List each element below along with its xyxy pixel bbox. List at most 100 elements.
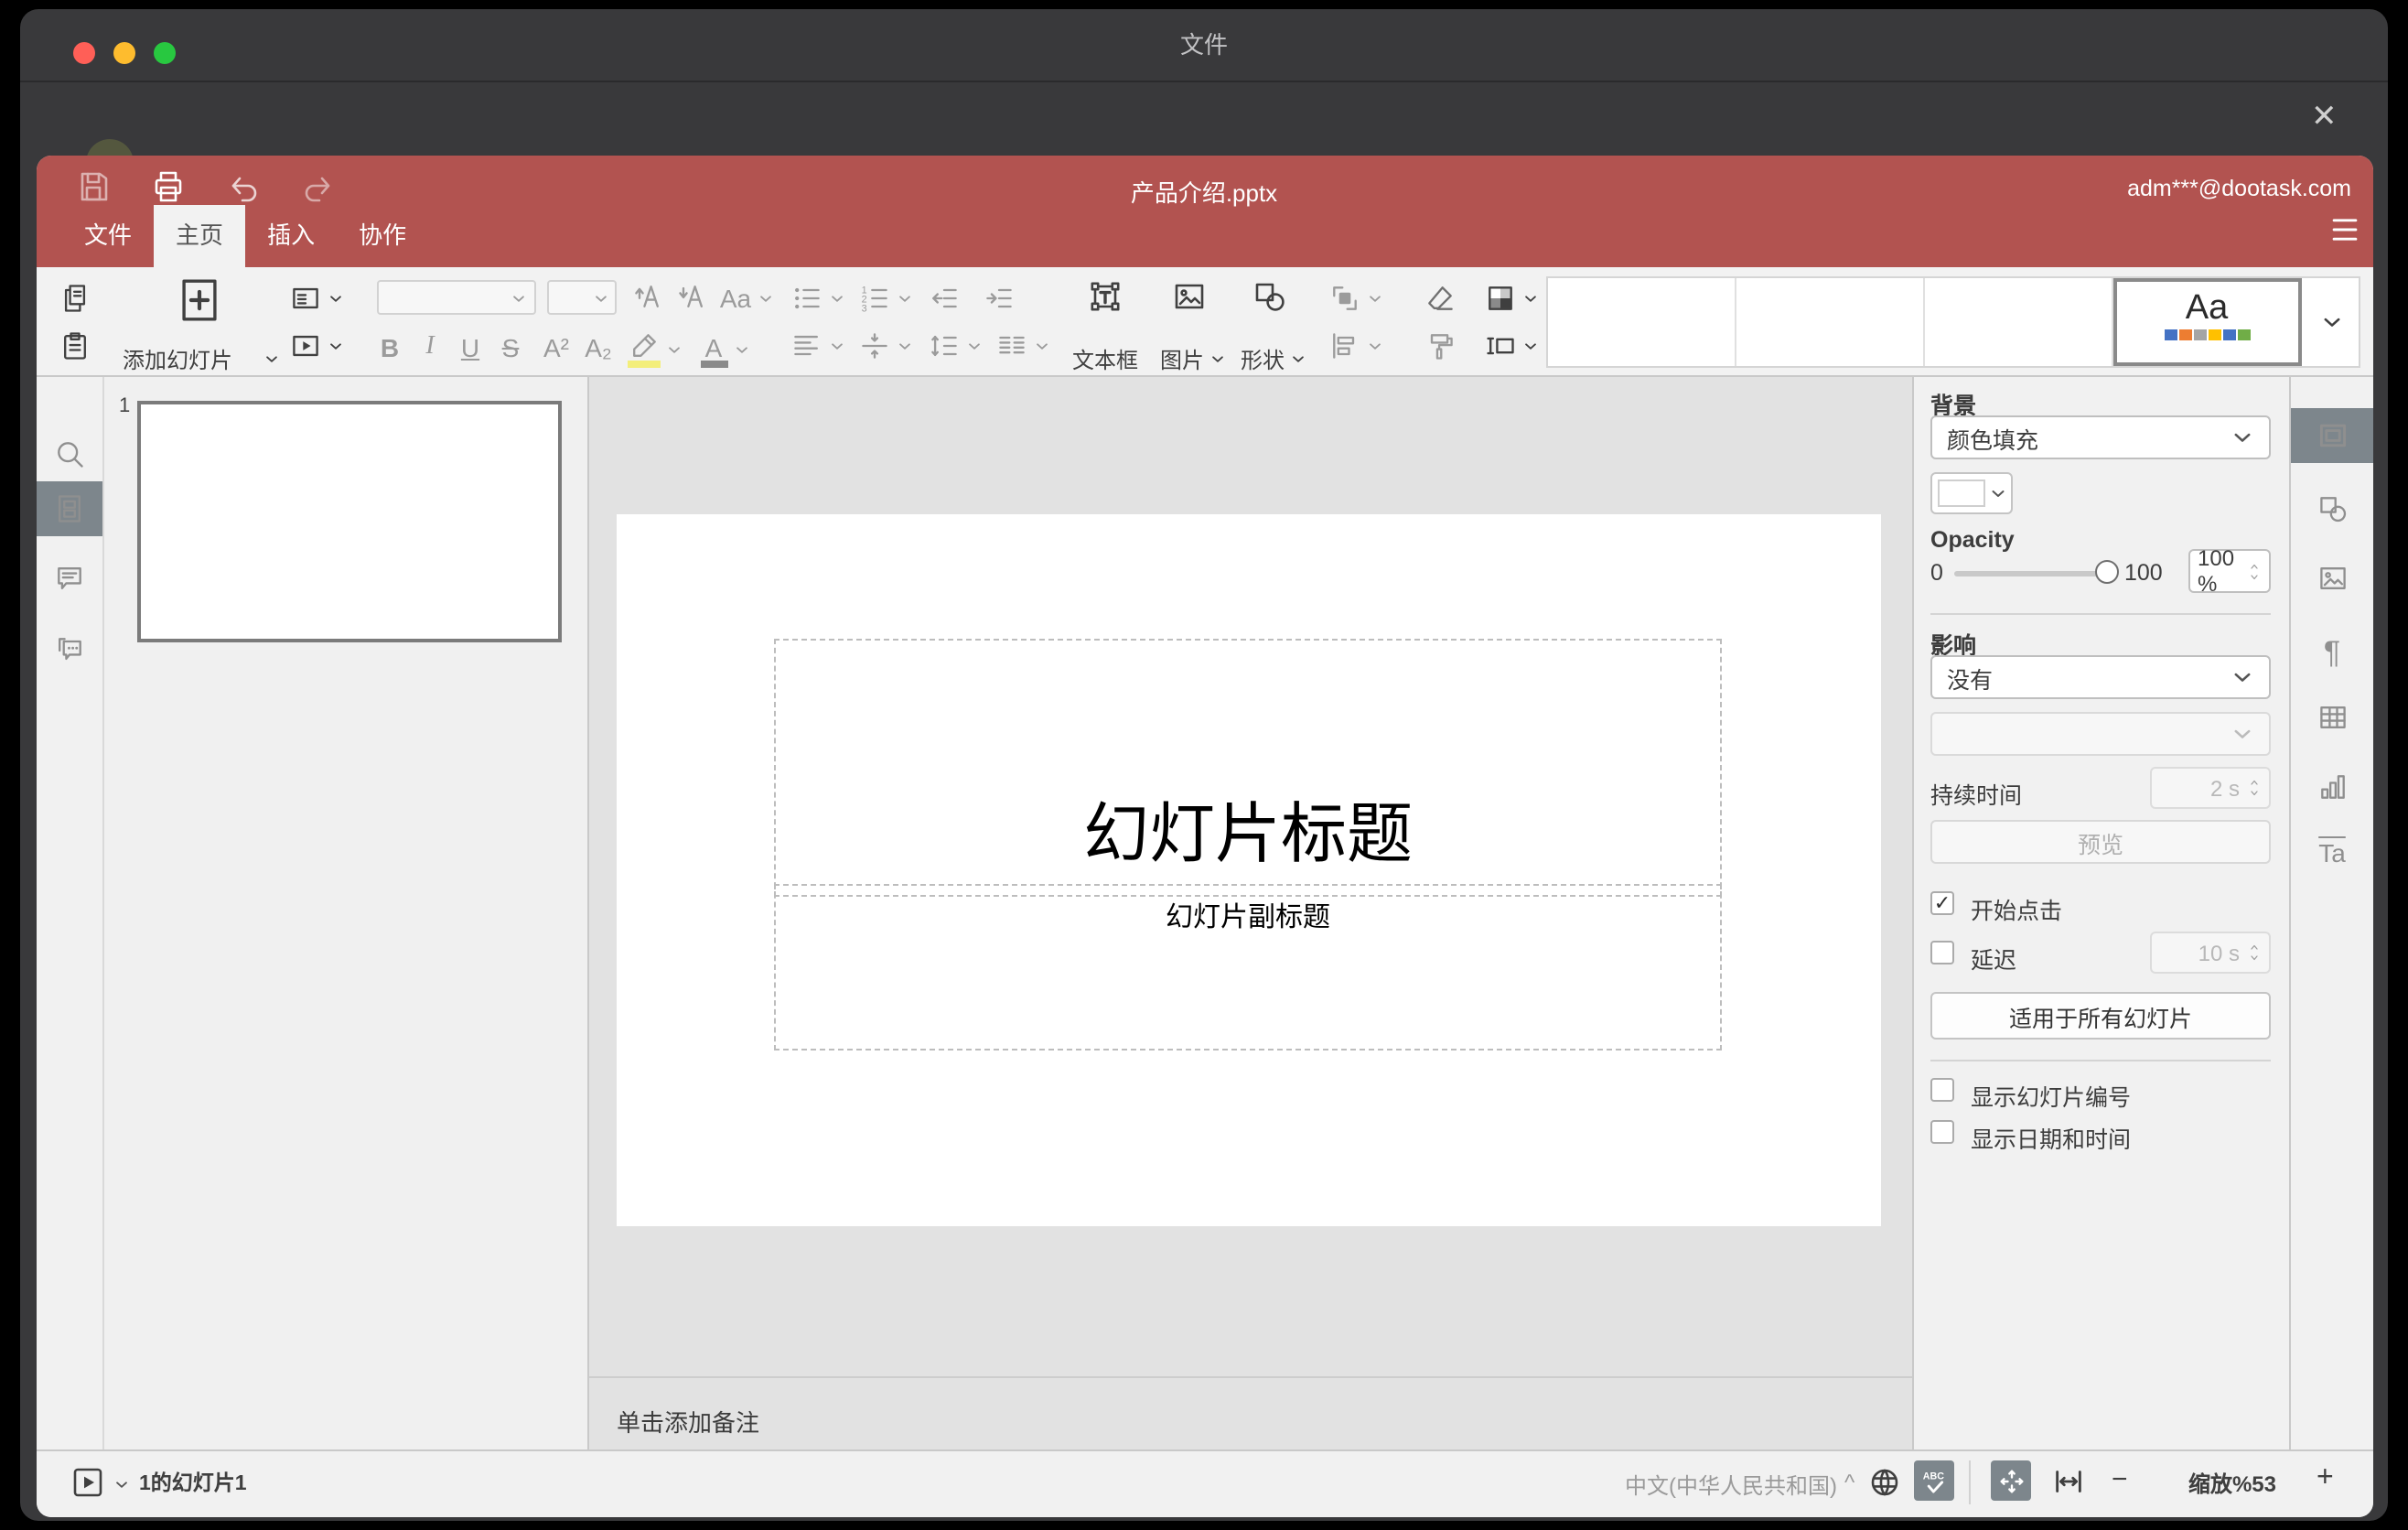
opacity-slider-track[interactable] [1954, 571, 2108, 576]
bold-button[interactable]: B [377, 333, 403, 362]
sidebar-item-chat[interactable] [37, 622, 102, 677]
opacity-slider-thumb[interactable] [2095, 560, 2119, 584]
decrease-indent-icon[interactable] [928, 282, 961, 315]
arrange-shape-icon[interactable] [1328, 282, 1361, 315]
superscript-button[interactable]: A² [540, 333, 573, 362]
subscript-button[interactable]: A₂ [582, 333, 615, 362]
line-spacing-chevron-icon[interactable] [966, 339, 983, 355]
font-color-chevron-icon[interactable] [734, 342, 750, 359]
background-color-swatch[interactable] [1930, 472, 2013, 514]
highlight-chevron-icon[interactable] [666, 342, 683, 359]
apply-all-button[interactable]: 适用于所有幻灯片 [1930, 992, 2271, 1040]
sidebar-item-shape-settings[interactable] [2291, 481, 2373, 536]
effect-type-select[interactable] [1930, 712, 2271, 756]
slide-size-chevron-icon[interactable] [1522, 339, 1539, 355]
textbox-label[interactable]: 文本框 [1072, 344, 1138, 375]
numbered-list-icon[interactable]: 123 [858, 282, 891, 315]
numbered-list-chevron-icon[interactable] [897, 291, 913, 307]
shape-icon[interactable] [1252, 278, 1288, 315]
sidebar-item-comments[interactable] [37, 551, 102, 606]
slideshow-chevron-icon[interactable] [113, 1477, 130, 1493]
align-shape-chevron-icon[interactable] [1367, 339, 1383, 355]
strikethrough-button[interactable]: S [498, 333, 523, 362]
textbox-icon[interactable] [1087, 278, 1123, 315]
notes-area[interactable]: 单击添加备注 [589, 1376, 1912, 1451]
delay-spinner[interactable]: 10 s [2150, 932, 2271, 974]
sidebar-item-image-settings[interactable] [2291, 551, 2373, 606]
tab-file[interactable]: 文件 [62, 205, 154, 267]
add-slide-label[interactable]: 添加幻灯片 [123, 344, 232, 375]
underline-button[interactable]: U [457, 333, 483, 362]
theme-item-selected[interactable]: Aa [2113, 278, 2302, 366]
fit-width-icon[interactable] [2051, 1464, 2086, 1499]
change-case-icon[interactable]: Aa [715, 284, 756, 313]
spellcheck-button[interactable]: ABC [1914, 1460, 1954, 1501]
delay-checkbox[interactable] [1930, 941, 1954, 964]
decrease-font-icon[interactable] [675, 280, 708, 313]
start-click-checkbox[interactable]: ✓ [1930, 891, 1954, 915]
save-icon[interactable] [75, 168, 112, 205]
start-slideshow-status-icon[interactable] [70, 1464, 106, 1501]
eraser-icon[interactable] [1424, 282, 1457, 315]
line-spacing-icon[interactable] [928, 329, 961, 362]
sidebar-item-textart-settings[interactable]: Ta [2291, 825, 2373, 880]
sidebar-item-chart-settings[interactable] [2291, 760, 2373, 814]
align-shape-icon[interactable] [1328, 329, 1361, 362]
print-icon[interactable] [150, 168, 187, 205]
preview-button[interactable]: 预览 [1930, 820, 2271, 864]
sidebar-item-table-settings[interactable] [2291, 690, 2373, 745]
horizontal-align-chevron-icon[interactable] [829, 339, 845, 355]
bullet-list-chevron-icon[interactable] [829, 291, 845, 307]
title-placeholder[interactable]: 幻灯片标题 [774, 639, 1722, 897]
arrange-shape-chevron-icon[interactable] [1367, 291, 1383, 307]
columns-icon[interactable] [995, 329, 1028, 362]
duration-spinner[interactable]: 2 s [2150, 767, 2271, 809]
theme-item[interactable] [1925, 278, 2113, 366]
paste-icon[interactable] [59, 329, 91, 362]
image-label[interactable]: 图片 [1160, 344, 1204, 375]
color-scheme-chevron-icon[interactable] [1522, 291, 1539, 307]
font-size-select[interactable] [547, 280, 617, 315]
start-slideshow-icon[interactable] [289, 329, 322, 362]
start-slideshow-chevron-icon[interactable] [328, 339, 344, 355]
increase-font-icon[interactable] [631, 280, 664, 313]
image-icon[interactable] [1171, 278, 1208, 315]
zoom-out-button[interactable]: − [2112, 1464, 2128, 1495]
font-name-select[interactable] [377, 280, 536, 315]
sidebar-item-slides[interactable] [37, 481, 102, 536]
vertical-align-chevron-icon[interactable] [897, 339, 913, 355]
slide-layout-icon[interactable] [289, 282, 322, 315]
copy-icon[interactable] [59, 282, 91, 315]
tab-insert[interactable]: 插入 [245, 205, 337, 267]
sidebar-item-search[interactable] [37, 426, 102, 481]
slide-size-icon[interactable] [1484, 329, 1517, 362]
background-fill-select[interactable]: 颜色填充 [1930, 415, 2271, 459]
hamburger-menu-icon[interactable] [2329, 214, 2360, 241]
vertical-align-icon[interactable] [858, 329, 891, 362]
slide[interactable]: 幻灯片标题 幻灯片副标题 [617, 514, 1881, 1226]
slide-canvas[interactable]: 幻灯片标题 幻灯片副标题 单击添加备注 [589, 377, 1912, 1451]
slide-thumbnail[interactable] [137, 401, 562, 642]
language-label[interactable]: 中文(中华人民共和国) [1610, 1470, 1837, 1501]
italic-button[interactable]: I [417, 333, 443, 362]
image-chevron-icon[interactable] [1209, 351, 1226, 368]
subtitle-placeholder[interactable]: 幻灯片副标题 [774, 884, 1722, 1051]
sidebar-item-paragraph-settings[interactable]: ¶ [2291, 626, 2373, 681]
theme-gallery-expand[interactable] [2302, 278, 2362, 366]
undo-icon[interactable] [225, 168, 262, 205]
add-slide-icon[interactable] [176, 275, 223, 326]
add-slide-chevron-icon[interactable] [263, 351, 280, 368]
tab-home[interactable]: 主页 [154, 205, 246, 267]
highlight-color-icon[interactable] [628, 329, 661, 362]
zoom-in-button[interactable]: + [2317, 1462, 2334, 1495]
close-icon[interactable]: ✕ [2311, 101, 2338, 132]
redo-icon[interactable] [300, 168, 337, 205]
change-case-chevron-icon[interactable] [758, 291, 774, 307]
show-date-checkbox[interactable] [1930, 1120, 1954, 1144]
slide-layout-chevron-icon[interactable] [328, 291, 344, 307]
sidebar-item-slide-settings[interactable] [2291, 408, 2373, 463]
copy-style-icon[interactable] [1424, 329, 1457, 362]
tab-collaboration[interactable]: 协作 [337, 205, 428, 267]
globe-icon[interactable] [1866, 1464, 1903, 1501]
columns-chevron-icon[interactable] [1034, 339, 1050, 355]
